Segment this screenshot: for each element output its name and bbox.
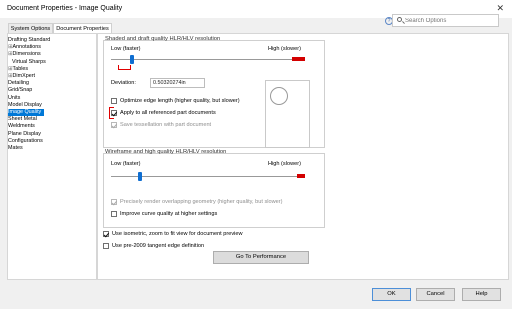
isometric-preview-label: Use isometric, zoom to fit view for docu… bbox=[112, 231, 243, 237]
wireframe-group-title: Wireframe and high quality HLR/HLV resol… bbox=[105, 149, 227, 155]
wireframe-low-label: Low (faster) bbox=[111, 161, 141, 167]
save-tessellation-label: Save tessellation with part document bbox=[120, 122, 212, 128]
close-icon[interactable]: ✕ bbox=[496, 3, 504, 14]
shaded-low-label: Low (faster) bbox=[111, 46, 141, 52]
tree-item[interactable]: Virtual Sharps bbox=[8, 59, 46, 66]
tree-item[interactable]: Grid/Snap bbox=[8, 87, 32, 94]
tree-item-label: Mates bbox=[8, 145, 23, 151]
tessellation-preview bbox=[265, 80, 310, 148]
wireframe-quality-group: Wireframe and high quality HLR/HLV resol… bbox=[103, 149, 325, 228]
search-box bbox=[392, 14, 499, 27]
search-icon bbox=[397, 17, 402, 22]
tree-item-label: Grid/Snap bbox=[8, 87, 33, 94]
shaded-quality-slider[interactable] bbox=[111, 59, 305, 60]
tree-item[interactable]: Detailing bbox=[8, 80, 29, 87]
tree-item[interactable]: ⊞DimXpert bbox=[8, 73, 35, 80]
tree-item[interactable]: Mates bbox=[8, 145, 23, 152]
apply-referenced-checkbox[interactable] bbox=[111, 110, 117, 116]
precisely-render-label: Precisely render overlapping geometry (h… bbox=[120, 199, 283, 205]
help-button[interactable]: Help bbox=[462, 288, 501, 301]
tree-item-label: Configurations bbox=[8, 137, 43, 144]
tree-item-label: Units bbox=[8, 94, 21, 101]
deviation-field[interactable] bbox=[150, 78, 205, 88]
improve-curve-label: Improve curve quality at higher settings bbox=[120, 211, 218, 217]
apply-referenced-label: Apply to all referenced part documents bbox=[120, 110, 216, 116]
preview-circle bbox=[270, 87, 288, 105]
pre2009-tangent-label: Use pre-2009 tangent edge definition bbox=[112, 243, 205, 249]
options-tree: Drafting Standard ⊞Annotations ⊞Dimensions… bbox=[7, 33, 97, 280]
tree-item[interactable]: ⊞Annotations bbox=[8, 44, 41, 51]
optimize-edge-checkbox[interactable] bbox=[111, 98, 117, 104]
tree-item-label: Annotations bbox=[12, 44, 42, 51]
tree-item[interactable]: Weldments bbox=[8, 123, 35, 130]
tree-item[interactable]: Units bbox=[8, 95, 20, 102]
wireframe-slider-thumb[interactable] bbox=[138, 172, 143, 181]
tree-item-label: Tables bbox=[12, 65, 29, 72]
tree-item-label: Drafting Standard bbox=[8, 37, 51, 43]
tree-item-label: Plane Display bbox=[8, 130, 41, 137]
shaded-slider-thumb[interactable] bbox=[130, 55, 135, 64]
tree-item-label: Virtual Sharps bbox=[12, 58, 46, 65]
save-tessellation-checkbox[interactable] bbox=[111, 122, 117, 128]
search-input[interactable] bbox=[405, 16, 495, 26]
tree-item-label: Sheet Metal bbox=[8, 116, 37, 123]
tree-item[interactable]: Plane Display bbox=[8, 131, 41, 138]
pre2009-tangent-checkbox[interactable] bbox=[103, 243, 109, 249]
window-title: Document Properties - Image Quality bbox=[7, 5, 123, 12]
tree-item[interactable]: Model Display bbox=[8, 102, 42, 109]
tree-item[interactable]: ⊞Tables bbox=[8, 66, 28, 73]
shaded-group-title: Shaded and draft quality HLR/HLV resolut… bbox=[105, 36, 221, 42]
tree-item[interactable]: Image Quality bbox=[8, 109, 44, 116]
improve-curve-checkbox[interactable] bbox=[111, 211, 117, 217]
options-panel: Shaded and draft quality HLR/HLV resolut… bbox=[97, 33, 509, 280]
tree-item[interactable]: Sheet Metal bbox=[8, 116, 37, 123]
tree-item[interactable]: Configurations bbox=[8, 138, 43, 145]
shaded-quality-group: Shaded and draft quality HLR/HLV resolut… bbox=[103, 36, 325, 148]
tree-item[interactable]: ⊞Dimensions bbox=[8, 51, 41, 58]
tree-item-label: Weldments bbox=[8, 123, 35, 130]
precisely-render-checkbox[interactable] bbox=[111, 199, 117, 205]
wireframe-slider-high-marker bbox=[297, 174, 305, 178]
tree-item-label: Image Quality bbox=[8, 109, 42, 115]
tree-item-label: Model Display bbox=[8, 101, 42, 108]
go-to-performance-button[interactable]: Go To Performance bbox=[213, 251, 309, 264]
wireframe-high-label: High (slower) bbox=[268, 161, 301, 167]
shaded-slider-high-marker bbox=[292, 57, 305, 61]
tree-item[interactable]: Drafting Standard bbox=[8, 37, 50, 44]
isometric-preview-checkbox[interactable] bbox=[103, 231, 109, 237]
shaded-high-label: High (slower) bbox=[268, 46, 301, 52]
cancel-button[interactable]: Cancel bbox=[416, 288, 455, 301]
tree-item-label: Detailing bbox=[8, 80, 29, 87]
deviation-label: Deviation: bbox=[111, 80, 136, 86]
shaded-slider-annotation bbox=[118, 65, 131, 70]
ok-button[interactable]: OK bbox=[372, 288, 411, 301]
tree-item-label: Dimensions bbox=[12, 51, 41, 58]
tree-item-label: DimXpert bbox=[12, 73, 35, 79]
optimize-edge-label: Optimize edge length (higher quality, bu… bbox=[120, 98, 240, 104]
